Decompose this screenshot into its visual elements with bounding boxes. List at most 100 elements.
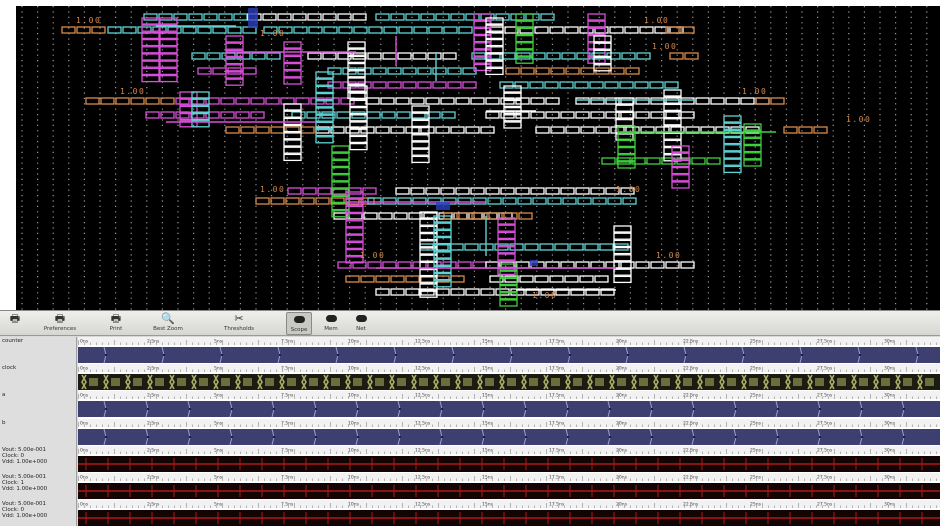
value-label: 1.00 [76,16,101,25]
ruler-label: 0ns [80,420,89,426]
time-ruler: 0ns 2.5ns 5ns 7.5ns 10ns 12.5ns 15ns 17.5ns 20ns… [78,445,940,454]
ruler-label: 10ns [348,393,360,399]
ruler-label: 5ns [214,339,223,345]
waveform-row[interactable]: b 0ns 2.5ns 5ns 7.5ns 10ns 12.5ns 15ns 17.5ns 20n… [0,418,940,448]
ruler-label: 15ns [482,393,494,399]
time-ruler: 0ns 2.5ns 5ns 7.5ns 10ns 12.5ns 15ns 17.5ns 20ns… [78,364,940,373]
ruler-label: 25ns [750,475,762,481]
net-button[interactable]: Net [348,312,374,335]
analog-waveform [78,454,940,474]
signal-label[interactable]: counter [0,337,77,366]
value-label: 1.00 [616,185,641,194]
signal-trace-area[interactable]: 0ns 2.5ns 5ns 7.5ns 10ns 12.5ns 15ns 17.5ns 20ns… [78,500,940,526]
ruler-label: 27.5ns [817,447,833,453]
time-ruler: 0ns 2.5ns 5ns 7.5ns 10ns 12.5ns 15ns 17.5ns 20ns… [78,391,940,400]
ruler-label: 25ns [750,420,762,426]
preferences-button[interactable]: 🖶 Preferences [36,312,84,335]
printer-icon: 🖶 [110,312,122,325]
ruler-label: 0ns [80,475,89,481]
scope-button[interactable]: Scope [286,312,312,335]
ruler-label: 17.5ns [549,366,565,372]
ruler-label: 12.5ns [415,502,431,508]
signal-trace-area[interactable]: 0ns 2.5ns 5ns 7.5ns 10ns 12.5ns 15ns 17.5ns 20ns… [78,337,940,366]
waveform-row[interactable]: a 0ns 2.5ns 5ns 7.5ns 10ns 12.5ns 15ns 17.5ns 20n… [0,391,940,421]
cell-chain [315,126,495,134]
print-preview-button[interactable]: 🖶 Print [96,312,136,335]
signal-label[interactable]: Vout: 5.00e-001 Clock: 0 Vdd: 1.00e+000 [0,445,77,475]
cell-chain [613,225,632,284]
signal-trace-area[interactable]: 0ns 2.5ns 5ns 7.5ns 10ns 12.5ns 15ns 17.5ns 20ns… [78,473,940,502]
oval-icon [325,315,337,322]
signal-trace-area[interactable]: 0ns 2.5ns 5ns 7.5ns 10ns 12.5ns 15ns 17.5ns 20ns… [78,445,940,475]
signal-trace-area[interactable]: 0ns 2.5ns 5ns 7.5ns 10ns 12.5ns 15ns 17.5ns 20ns… [78,364,940,394]
cell-chain [499,81,679,89]
ruler-label: 10ns [348,502,360,508]
signal-label[interactable]: Vout: 5.00e-001 Clock: 1 Vdd: 1.00e+000 [0,473,77,502]
ruler-label: 7.5ns [281,447,294,453]
ruler-label: 22.5ns [683,393,699,399]
ruler-label: 20ns [616,420,628,426]
ruler-label: 12.5ns [415,339,431,345]
ruler-label: 17.5ns [549,339,565,345]
best-zoom-button[interactable]: 🔍 Best Zoom [146,312,190,335]
value-label: 1.00 [260,185,285,194]
cell-chain [395,187,635,195]
bus-waveform [78,427,940,447]
ruler-label: 15ns [482,475,494,481]
ruler-label: 2.5ns [147,447,160,453]
ruler-label: 10ns [348,447,360,453]
waveform-row[interactable]: Vout: 5.00e-001 Clock: 0 Vdd: 1.00e+000 0… [0,500,940,526]
ruler-label: 10ns [348,475,360,481]
printer-icon: 🖶 [54,312,66,325]
ruler-label: 30ns [884,447,896,453]
signal-label[interactable]: Vout: 5.00e-001 Clock: 0 Vdd: 1.00e+000 [0,500,77,526]
ruler-label: 20ns [616,502,628,508]
ruler-label: 30ns [884,475,896,481]
print-button[interactable]: 🖶 [2,312,28,335]
cell-chain [85,97,175,105]
value-label: 1.00 [260,29,285,38]
cell-chain [671,145,690,189]
ruler-label: 7.5ns [281,339,294,345]
cell-chain [783,126,828,134]
cell-chain [263,26,473,34]
value-label: 1.00 [644,16,669,25]
ruler-label: 7.5ns [281,393,294,399]
circuit-schematic-canvas[interactable]: 1.00 1.00 1.00 1.00 1.00 1.00 1.00 1.00 1.00 1.00… [16,6,940,310]
signal-trace-area[interactable]: 0ns 2.5ns 5ns 7.5ns 10ns 12.5ns 15ns 17.5ns 20ns… [78,418,940,448]
ruler-label: 27.5ns [817,420,833,426]
ruler-label: 22.5ns [683,366,699,372]
ruler-label: 7.5ns [281,475,294,481]
waveform-row[interactable]: Vout: 5.00e-001 Clock: 1 Vdd: 1.00e+000 0… [0,473,940,502]
mem-button[interactable]: Mem [318,312,344,335]
signal-trace-area[interactable]: 0ns 2.5ns 5ns 7.5ns 10ns 12.5ns 15ns 17.5ns 20ns… [78,391,940,421]
cell-chain [755,97,785,105]
clock-waveform [78,372,940,392]
cell-chain [247,13,367,21]
cell-chain [365,97,560,105]
time-ruler: 0ns 2.5ns 5ns 7.5ns 10ns 12.5ns 15ns 17.5ns 20ns… [78,473,940,481]
ruler-label: 5ns [214,366,223,372]
ruler-label: 7.5ns [281,366,294,372]
ruler-label: 25ns [750,393,762,399]
ruler-label: 27.5ns [817,393,833,399]
waveform-row[interactable]: Vout: 5.00e-001 Clock: 0 Vdd: 1.00e+000 0… [0,445,940,475]
ruler-label: 17.5ns [549,502,565,508]
ruler-label: 22.5ns [683,420,699,426]
magnifier-icon: 🔍 [161,312,175,325]
ruler-label: 15ns [482,502,494,508]
signal-label[interactable]: b [0,418,77,448]
ruler-label: 10ns [348,339,360,345]
cell-chain [107,26,257,34]
thresholds-button[interactable]: ✂ Thresholds [212,312,266,335]
waveform-row[interactable]: counter 0ns 2.5ns 5ns 7.5ns 10ns 12.5ns 15ns 17.… [0,337,940,366]
waveform-row[interactable]: clock 0ns 2.5ns 5ns 7.5ns 10ns 12.5ns 15ns 17.5n… [0,364,940,394]
ruler-label: 30ns [884,339,896,345]
node-marker [530,260,538,266]
value-label: 1.00 [742,87,767,96]
cell-chain [743,123,762,167]
signal-label[interactable]: a [0,391,77,421]
cell-chain [503,85,522,129]
ruler-label: 2.5ns [147,420,160,426]
signal-label[interactable]: clock [0,364,77,394]
